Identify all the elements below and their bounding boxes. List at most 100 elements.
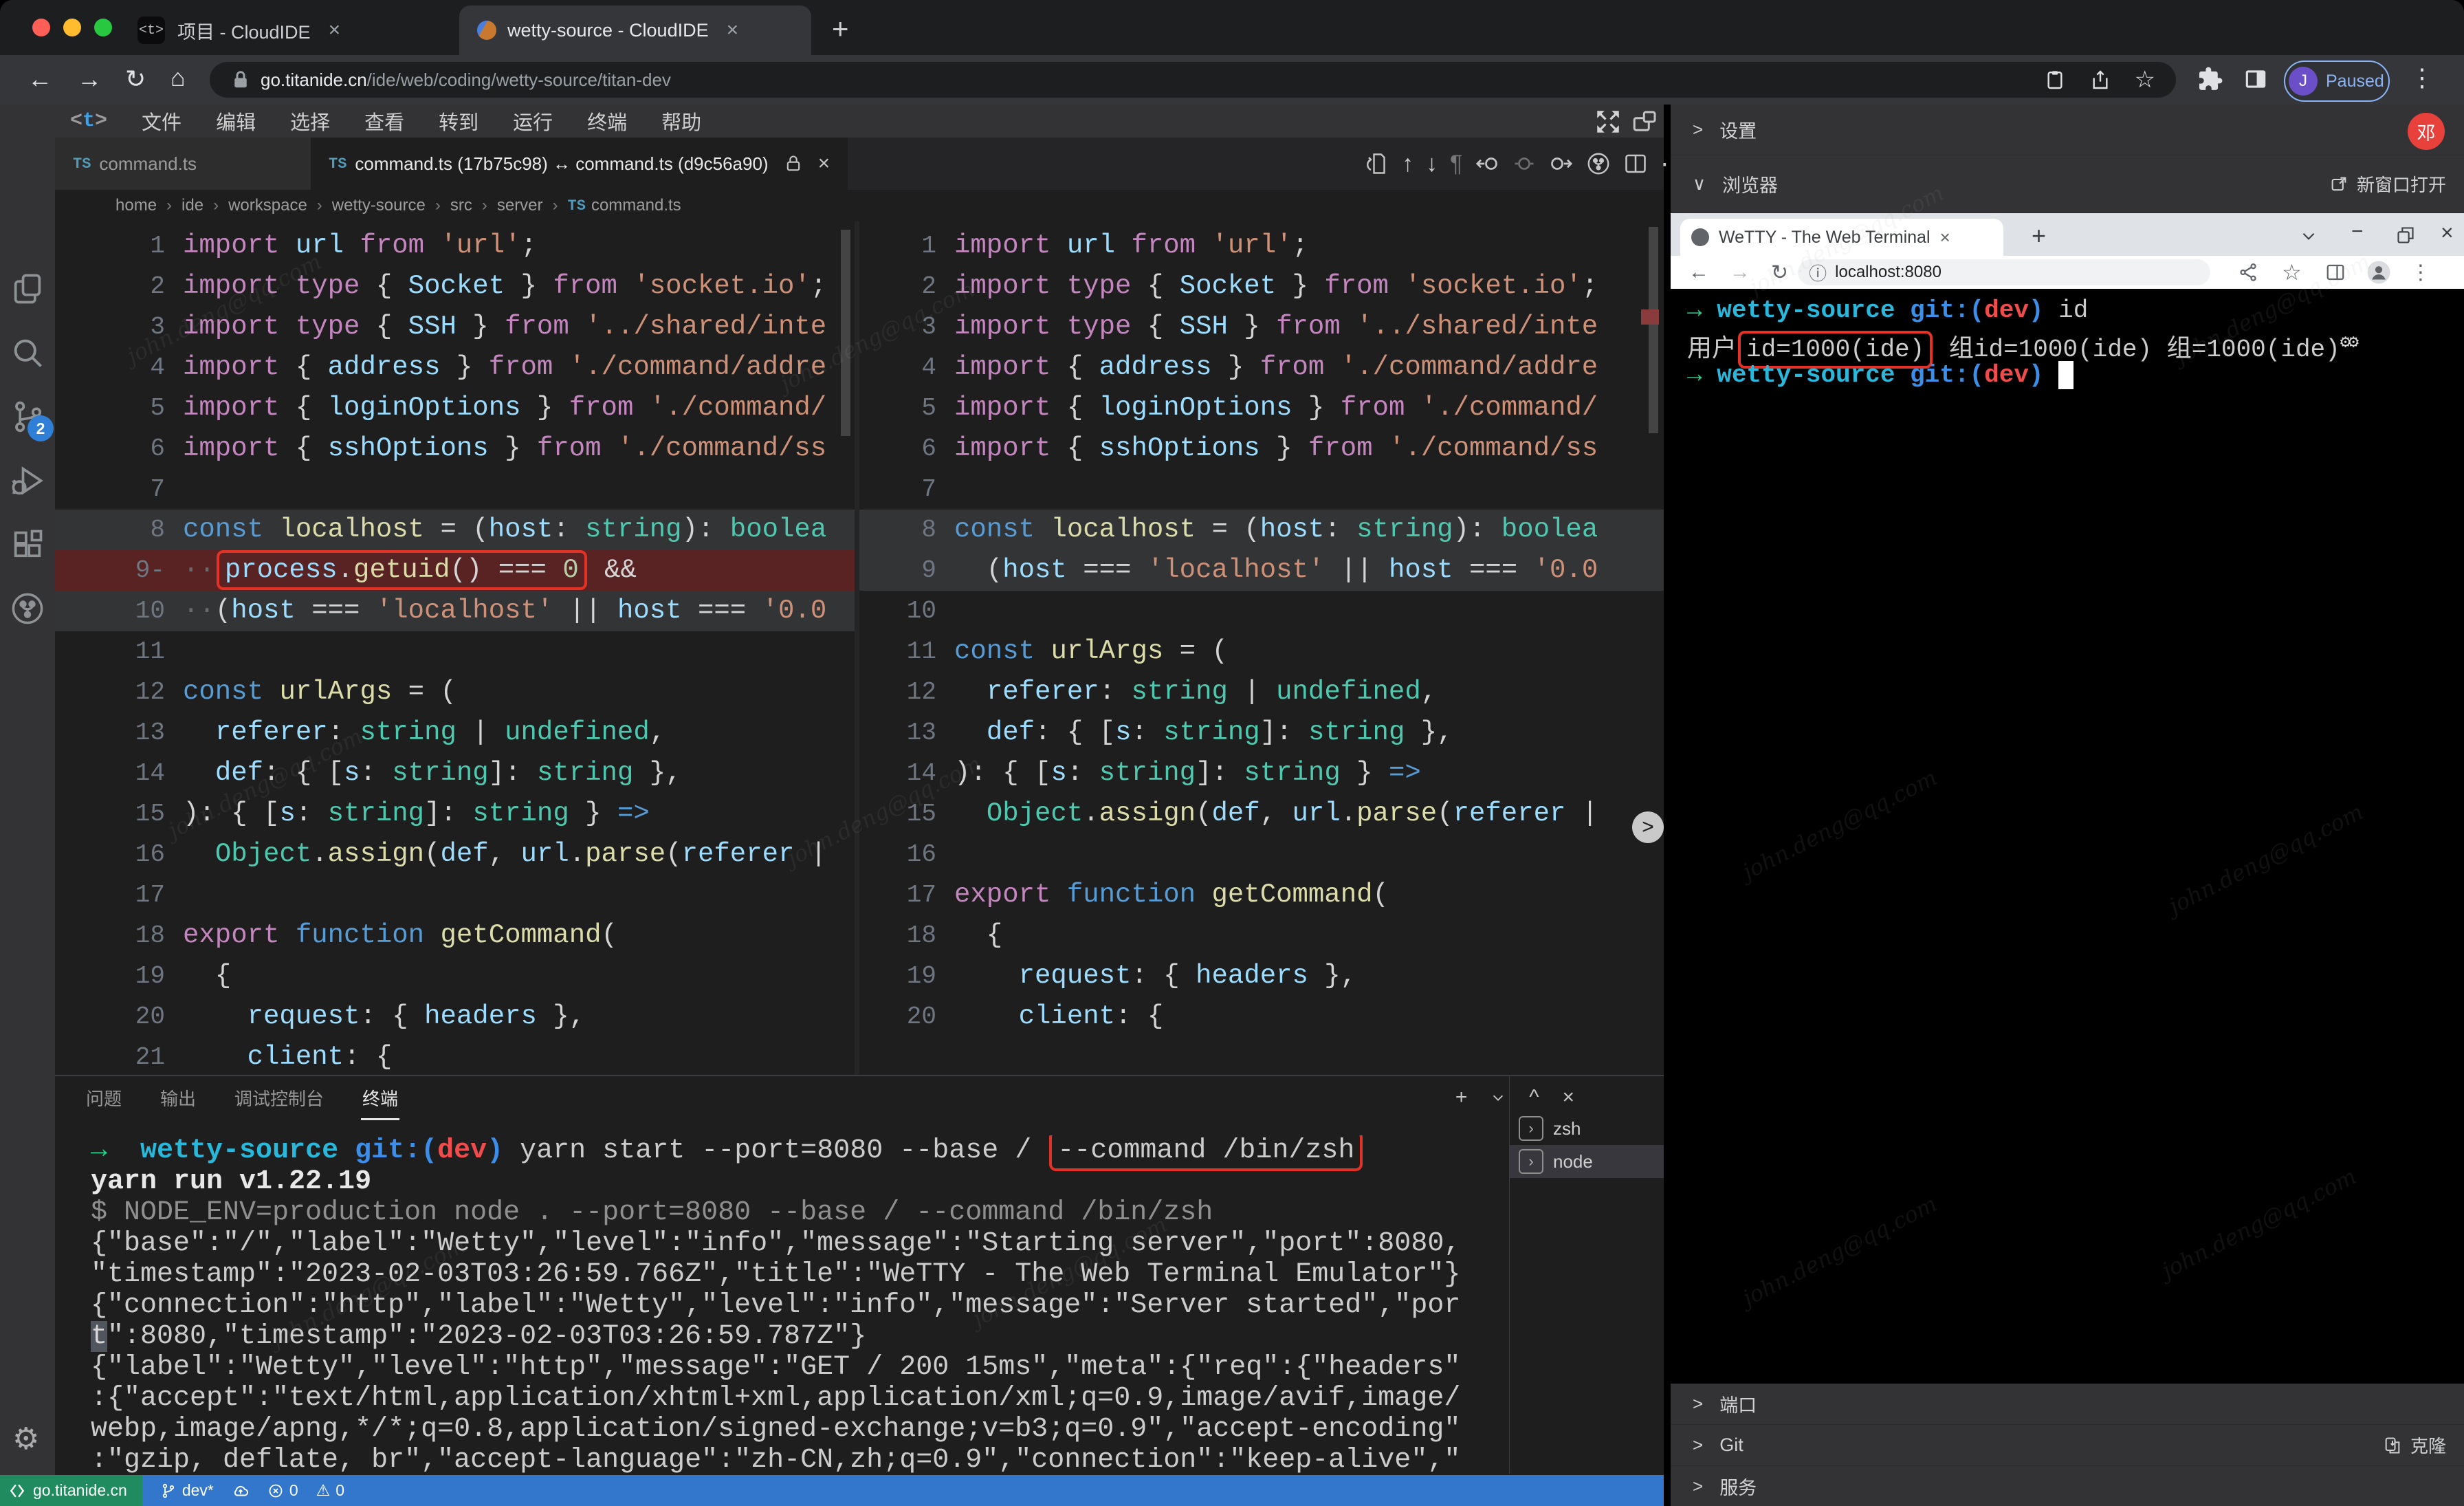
close-panel-icon[interactable]: ×: [1562, 1086, 1574, 1109]
ts-icon: TS: [329, 155, 346, 173]
minimize-window-button[interactable]: [63, 19, 81, 36]
section-services[interactable]: > 服务: [1671, 1466, 2464, 1506]
terminal-list-item-node[interactable]: › node: [1509, 1145, 1664, 1178]
menu-run[interactable]: 运行: [513, 107, 553, 135]
editor-tab-diff[interactable]: TS command.ts (17b75c98) ↔ command.ts (d…: [311, 138, 848, 190]
open-file-icon[interactable]: [1365, 151, 1389, 176]
errors-indicator[interactable]: 0: [267, 1481, 298, 1500]
annotation-red-box: --command /bin/zsh: [1049, 1135, 1363, 1171]
clipboard-icon[interactable]: [2044, 69, 2066, 91]
browser-tab-wetty-source[interactable]: wetty-source - CloudIDE ×: [459, 6, 811, 55]
user-avatar[interactable]: 邓: [2408, 113, 2445, 150]
fullscreen-icon[interactable]: [1594, 107, 1622, 136]
reload-icon[interactable]: ↻: [125, 65, 146, 94]
split-editor-icon[interactable]: [1623, 151, 1648, 176]
close-window-button[interactable]: [32, 19, 50, 36]
menu-goto[interactable]: 转到: [439, 107, 478, 135]
panel-tab-debug-console[interactable]: 调试控制台: [234, 1085, 324, 1111]
browser-menu-icon[interactable]: ⋮: [2410, 261, 2431, 285]
url-path: /ide/web/coding/wetty-source/titan-dev: [367, 69, 671, 91]
cloud-upload-icon: [232, 1482, 250, 1500]
maximize-window-button[interactable]: [94, 19, 112, 36]
prev-change-icon[interactable]: [1475, 151, 1499, 176]
close-tab-icon[interactable]: ×: [727, 19, 739, 42]
explorer-icon[interactable]: [10, 271, 45, 307]
close-tab-icon[interactable]: ×: [818, 152, 830, 175]
breadcrumb-item[interactable]: src: [450, 196, 472, 215]
diff-original-pane[interactable]: 1import url from 'url';2import type { So…: [55, 221, 855, 1075]
bookmark-star-icon[interactable]: ☆: [2135, 66, 2155, 94]
profile-chip[interactable]: J Paused: [2284, 61, 2390, 102]
scrollbar-thumb[interactable]: [841, 230, 850, 436]
back-icon[interactable]: ←: [1688, 261, 1709, 284]
git-branch-indicator[interactable]: dev*: [160, 1481, 214, 1500]
menu-selection[interactable]: 选择: [290, 107, 330, 135]
project-manager-icon[interactable]: [10, 591, 45, 626]
traffic-lights: [32, 19, 112, 36]
embedded-address-bar[interactable]: ⓘ localhost:8080: [1798, 259, 2210, 285]
extensions-puzzle-icon[interactable]: [2197, 66, 2223, 92]
run-debug-icon[interactable]: [10, 463, 45, 499]
browser-tab-project[interactable]: <t> 项目 - CloudIDE ×: [138, 6, 457, 55]
search-icon[interactable]: [10, 335, 45, 371]
breadcrumb-file[interactable]: command.ts: [591, 196, 681, 215]
terminal-list-item-zsh[interactable]: › zsh: [1509, 1112, 1664, 1145]
menu-view[interactable]: 查看: [364, 107, 404, 135]
breadcrumb-item[interactable]: home: [116, 196, 157, 215]
open-new-window-button[interactable]: 新窗口打开: [2329, 171, 2446, 197]
back-icon[interactable]: ←: [28, 65, 52, 94]
settings-gear-icon[interactable]: ⚙: [12, 1421, 39, 1456]
terminal-output[interactable]: → wetty-source git:(dev) yarn start --po…: [91, 1135, 1514, 1476]
close-tab-icon[interactable]: ×: [1940, 227, 1950, 248]
editor-tab-command-ts[interactable]: TS command.ts: [55, 138, 311, 190]
forward-icon[interactable]: →: [77, 65, 102, 94]
menu-help[interactable]: 帮助: [661, 107, 701, 135]
compare-icon[interactable]: [1586, 151, 1611, 176]
new-terminal-icon[interactable]: +: [1455, 1086, 1468, 1109]
minimize-icon[interactable]: −: [2351, 220, 2364, 243]
next-change-icon[interactable]: [1549, 151, 1574, 176]
scrollbar-thumb[interactable]: [1649, 227, 1658, 433]
side-panel-icon[interactable]: [2243, 66, 2269, 92]
clone-button[interactable]: 克隆: [2383, 1432, 2446, 1458]
whitespace-icon[interactable]: ¶: [1450, 151, 1462, 177]
home-icon[interactable]: ⌂: [170, 63, 186, 92]
breadcrumb-item[interactable]: workspace: [228, 196, 307, 215]
previous-icon[interactable]: ↑: [1402, 151, 1414, 177]
panel-tab-problems[interactable]: 问题: [86, 1085, 122, 1111]
menu-terminal[interactable]: 终端: [587, 107, 627, 135]
panel-toggle-chevron[interactable]: >: [1632, 811, 1664, 843]
code-line: 5import { loginOptions } from './command…: [859, 388, 1664, 428]
panel-tab-output[interactable]: 输出: [160, 1085, 196, 1111]
new-tab-icon[interactable]: +: [2032, 221, 2046, 250]
menu-edit[interactable]: 编辑: [216, 107, 256, 135]
menu-file[interactable]: 文件: [142, 107, 182, 135]
panel-tab-terminal[interactable]: 终端: [362, 1085, 398, 1111]
close-tab-icon[interactable]: ×: [329, 19, 341, 42]
section-ports[interactable]: > 端口: [1671, 1384, 2464, 1425]
breadcrumb-item[interactable]: wetty-source: [332, 196, 426, 215]
section-browser[interactable]: ∨ 浏览器 新窗口打开: [1671, 155, 2464, 213]
extensions-icon[interactable]: [10, 527, 45, 563]
remote-indicator[interactable]: go.titanide.cn: [0, 1475, 142, 1506]
terminal-dropdown-icon[interactable]: [1490, 1090, 1506, 1105]
close-window-icon[interactable]: ×: [2441, 220, 2454, 245]
section-settings[interactable]: > 设置 邓: [1671, 105, 2464, 155]
ide-logo: <t>: [70, 109, 107, 133]
share-icon[interactable]: [2089, 69, 2111, 91]
breadcrumb-item[interactable]: ide: [182, 196, 204, 215]
address-bar[interactable]: go.titanide.cn/ide/web/coding/wetty-sour…: [210, 62, 2176, 98]
browser-menu-icon[interactable]: ⋮: [2410, 63, 2434, 92]
share-icon[interactable]: [2238, 262, 2258, 283]
maximize-panel-icon[interactable]: ^: [1529, 1086, 1539, 1109]
new-tab-button[interactable]: +: [832, 12, 849, 45]
layout-icon[interactable]: [1631, 107, 1660, 136]
breadcrumb-item[interactable]: server: [497, 196, 543, 215]
sync-indicator[interactable]: [232, 1482, 250, 1500]
tab-search-chevron-icon[interactable]: [2300, 227, 2318, 245]
diff-modified-pane[interactable]: 1import url from 'url';2import type { So…: [859, 221, 1664, 1075]
next-icon[interactable]: ↓: [1426, 151, 1438, 177]
warnings-indicator[interactable]: ⚠ 0: [316, 1481, 344, 1500]
section-git[interactable]: > Git 克隆: [1671, 1425, 2464, 1466]
restore-window-icon[interactable]: [2396, 226, 2415, 245]
